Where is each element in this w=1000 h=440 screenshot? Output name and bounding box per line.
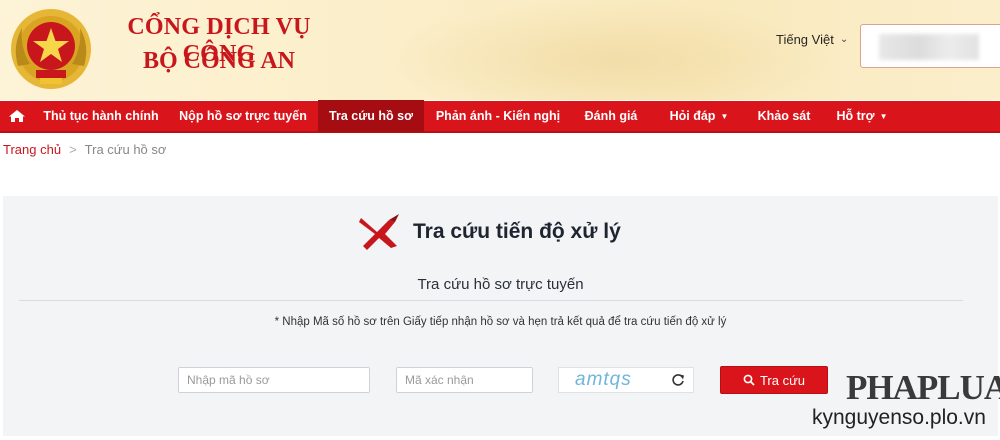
record-code-placeholder: Nhập mã hồ sơ: [187, 373, 270, 387]
nav-item-phan-anh[interactable]: Phản ánh - Kiến nghị: [424, 100, 572, 132]
lookup-subtitle: Tra cứu hồ sơ trực tuyến: [417, 276, 584, 293]
caret-down-icon: ▼: [720, 111, 729, 121]
caret-down-icon: ▼: [879, 111, 888, 121]
nav-item-label: Hỗ trợ: [836, 109, 875, 123]
watermark-url: kynguyenso.plo.vn: [812, 406, 986, 429]
chevron-down-icon: ⌄: [839, 33, 849, 45]
nav-item-label: Đánh giá: [584, 109, 638, 123]
nav-item-tra-cuu[interactable]: Tra cứu hồ sơ: [318, 100, 424, 132]
captcha-placeholder: Mã xác nhận: [405, 373, 474, 387]
nav-item-label: Tra cứu hồ sơ: [329, 109, 413, 123]
nav-item-nop-ho-so[interactable]: Nộp hồ sơ trực tuyến: [168, 100, 318, 132]
language-select[interactable]: Tiếng Việt ⌄: [776, 28, 856, 50]
captcha-text: amtqs: [575, 369, 632, 390]
nav-home[interactable]: [0, 100, 34, 132]
nav-item-label: Thủ tục hành chính: [43, 109, 159, 123]
nav-item-khao-sat[interactable]: Khảo sát: [748, 100, 820, 132]
blurred-user-info: [879, 34, 979, 60]
nav-item-hoi-dap[interactable]: Hỏi đáp ▼: [650, 100, 748, 132]
site-header: CỔNG DỊCH VỤ CÔNG BỘ CÔNG AN Tiếng Việt …: [0, 0, 1000, 100]
watermark-brand: PHAPLUAT: [846, 368, 1000, 407]
nav-item-danh-gia[interactable]: Đánh giá: [572, 100, 650, 132]
lookup-title-row: Tra cứu tiến độ xử lý: [359, 212, 621, 252]
search-button[interactable]: Tra cứu: [720, 366, 828, 394]
lookup-instruction: * Nhập Mã số hồ sơ trên Giấy tiếp nhận h…: [274, 316, 727, 328]
search-button-label: Tra cứu: [759, 372, 806, 388]
lookup-title: Tra cứu tiến độ xử lý: [413, 220, 621, 243]
breadcrumb-separator: >: [69, 142, 77, 157]
nav-item-ho-tro[interactable]: Hỗ trợ ▼: [820, 100, 904, 132]
police-emblem-logo: [11, 9, 91, 89]
brand-title-line2: BỘ CÔNG AN: [142, 48, 295, 74]
nav-item-label: Khảo sát: [757, 109, 811, 123]
breadcrumb: Trang chủ > Tra cứu hồ sơ: [3, 142, 166, 157]
section-divider: [19, 300, 963, 301]
record-code-input[interactable]: Nhập mã hồ sơ: [178, 367, 370, 393]
main-navigation: Thủ tục hành chính Nộp hồ sơ trực tuyến …: [0, 100, 1000, 133]
nav-item-label: Phản ánh - Kiến nghị: [435, 109, 561, 123]
captcha-image: amtqs: [558, 367, 694, 393]
captcha-input[interactable]: Mã xác nhận: [396, 367, 533, 393]
breadcrumb-home-link[interactable]: Trang chủ: [3, 142, 61, 157]
search-icon: [743, 374, 755, 386]
language-label: Tiếng Việt: [776, 31, 834, 47]
breadcrumb-current: Tra cứu hồ sơ: [84, 142, 167, 157]
home-icon: [9, 110, 25, 122]
lookup-logo-icon: [359, 214, 399, 250]
refresh-icon[interactable]: [671, 373, 685, 387]
user-account-box[interactable]: [860, 24, 1000, 68]
nav-item-label: Nộp hồ sơ trực tuyến: [179, 109, 307, 123]
nav-item-thu-tuc[interactable]: Thủ tục hành chính: [34, 100, 168, 132]
nav-item-label: Hỏi đáp: [669, 109, 716, 123]
